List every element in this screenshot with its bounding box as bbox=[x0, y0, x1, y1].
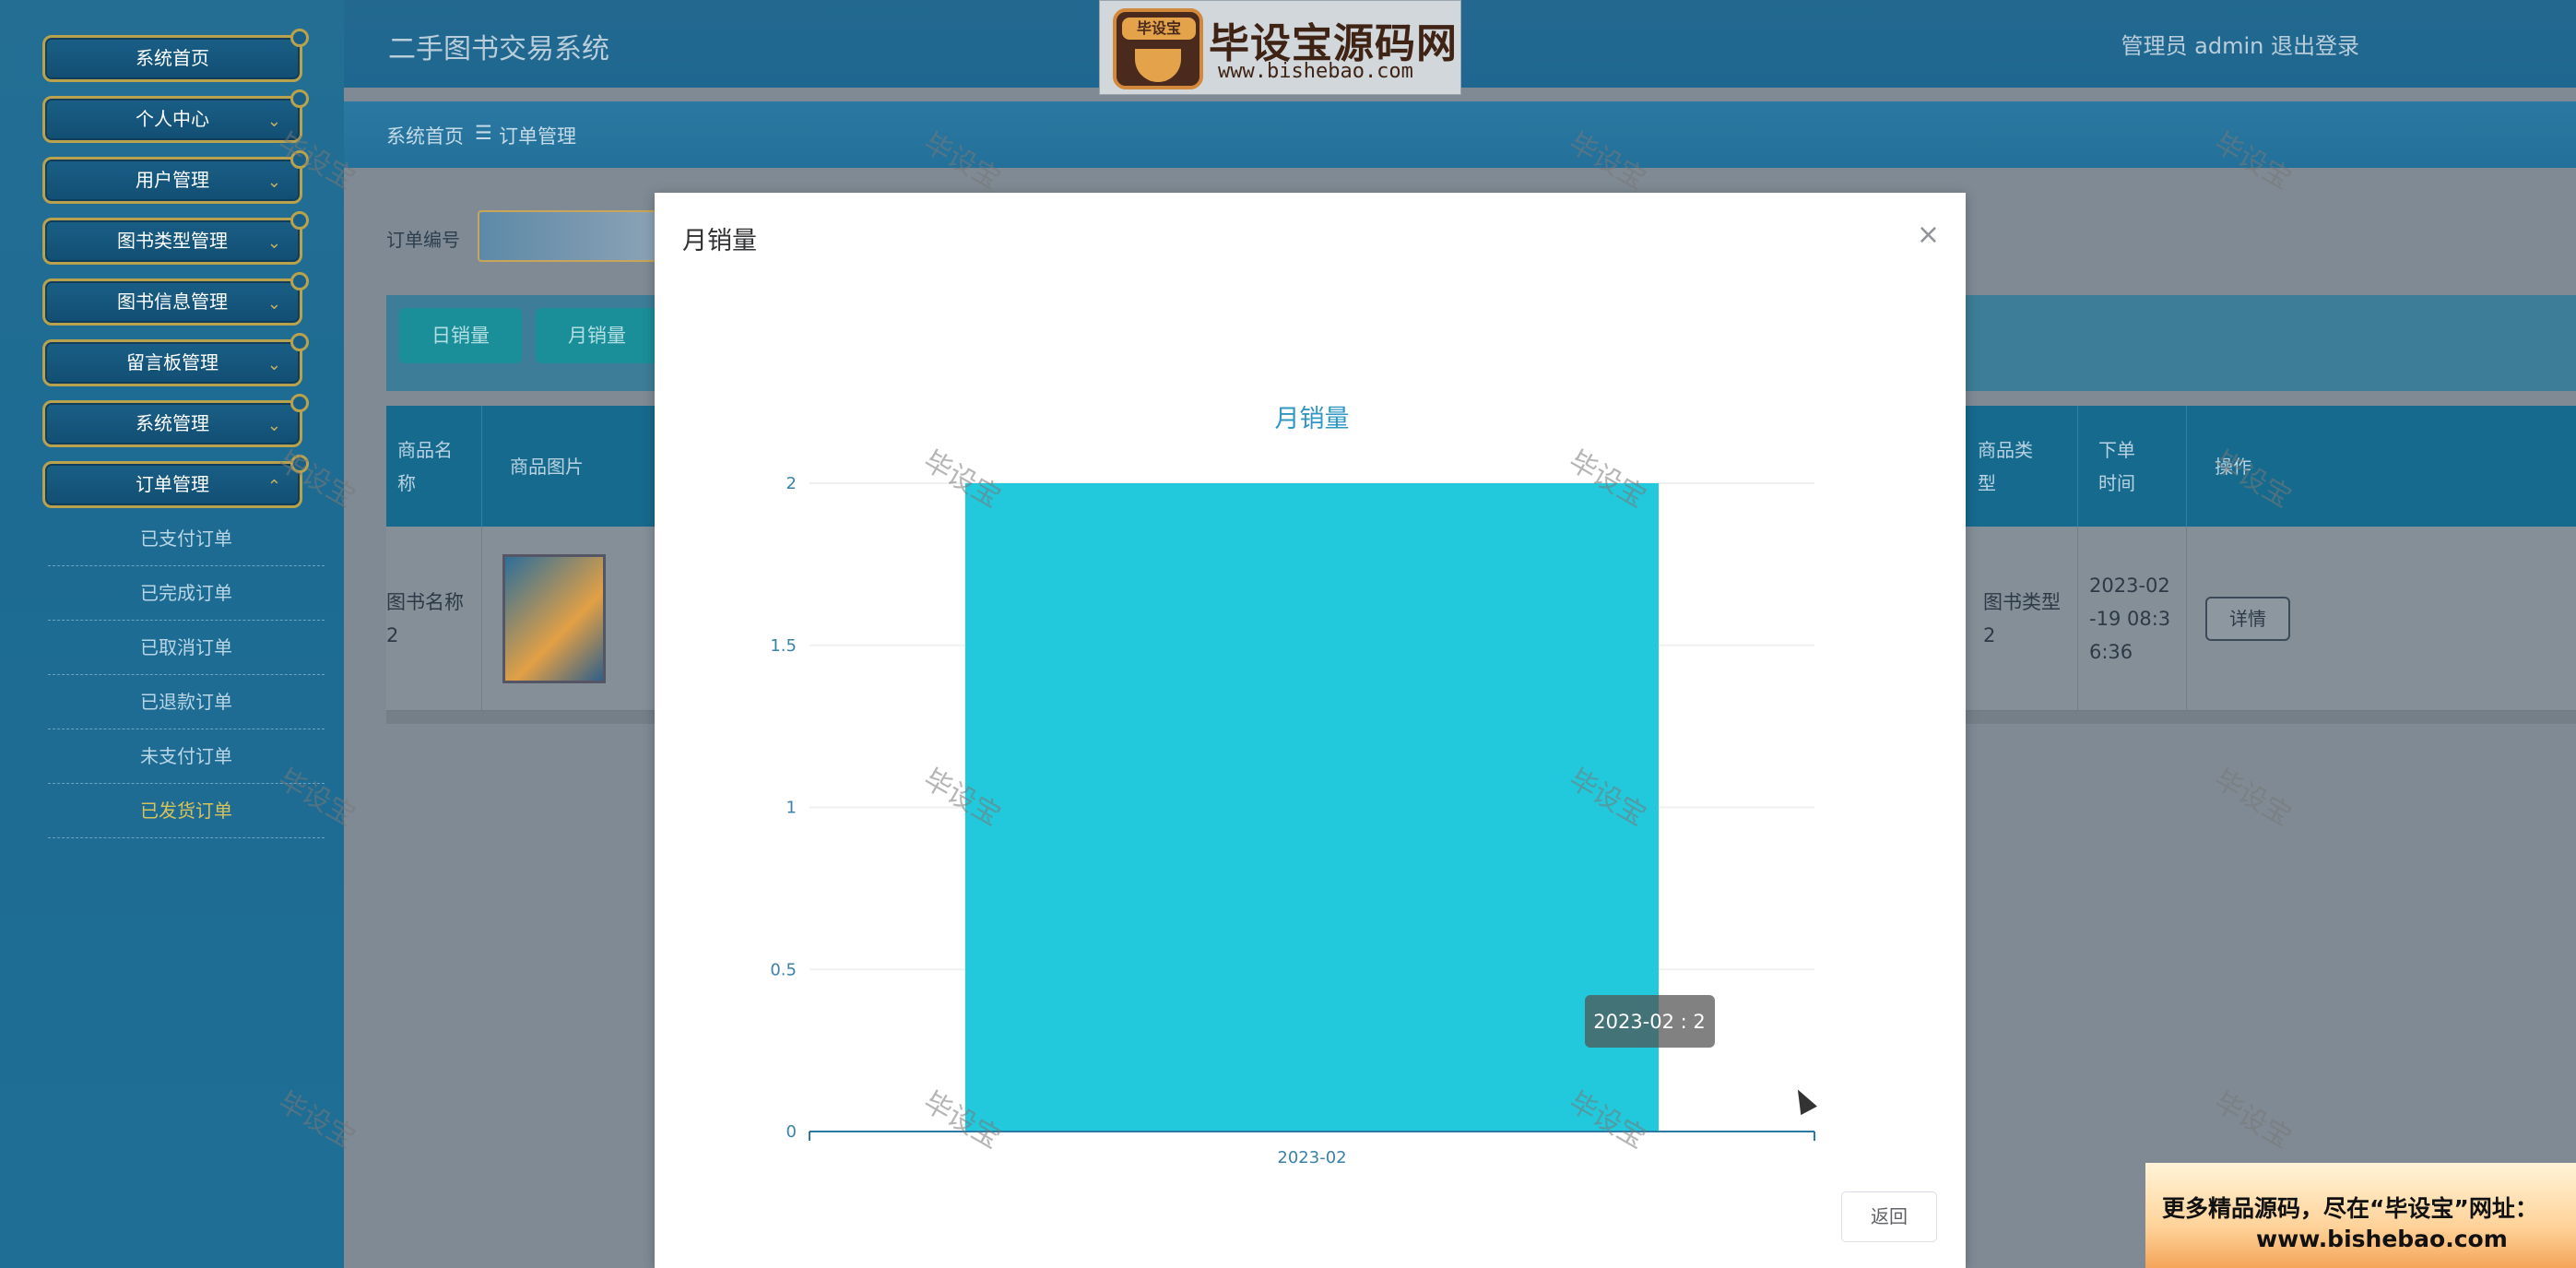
back-button[interactable]: 返回 bbox=[1841, 1191, 1937, 1242]
column-header-type: 商品类型 bbox=[1967, 406, 2078, 527]
sidebar-subitem-label: 已发货订单 bbox=[140, 800, 232, 822]
y-tick-label: 1.5 bbox=[770, 636, 797, 656]
chart-tooltip-text: 2023-02 : 2 bbox=[1593, 1011, 1706, 1033]
sidebar: 系统首页 个人中心 ⌄ 用户管理 ⌄ 图书类型管理 ⌄ 图书信息管理 ⌄ 留言板管理 ⌄ … bbox=[0, 0, 344, 1268]
column-header-action: 操作 bbox=[2215, 455, 2251, 478]
cell-type: 图书类型2 bbox=[1967, 527, 2078, 711]
column-header-image: 商品图片 bbox=[510, 455, 584, 478]
breadcrumb-current: 订单管理 bbox=[499, 125, 576, 148]
y-tick-label: 0.5 bbox=[770, 960, 797, 979]
sidebar-subitem-label: 已退款订单 bbox=[140, 691, 232, 713]
chart-title: 月销量 bbox=[1275, 405, 1350, 433]
ad-line-1: 更多精品源码，尽在“毕设宝”网址： bbox=[2162, 1195, 2538, 1222]
ornament-knob-icon bbox=[290, 333, 309, 351]
sidebar-subitem-refunded[interactable]: 已退款订单 bbox=[48, 675, 325, 729]
ornament-knob-icon bbox=[290, 272, 309, 290]
daily-sales-button[interactable]: 日销量 bbox=[399, 308, 522, 363]
sidebar-subitem-paid[interactable]: 已支付订单 bbox=[48, 512, 325, 566]
sidebar-item-users[interactable]: 用户管理 ⌄ bbox=[42, 150, 309, 204]
ornament-knob-icon bbox=[290, 89, 309, 108]
logo-url: www.bishebao.com bbox=[1218, 60, 1413, 83]
book-cover-image bbox=[502, 554, 606, 683]
user-logout[interactable]: 管理员 admin 退出登录 bbox=[2121, 28, 2359, 60]
sidebar-item-book-info[interactable]: 图书信息管理 ⌄ bbox=[42, 272, 309, 326]
ornament-knob-icon bbox=[290, 211, 309, 230]
sidebar-item-label: 用户管理 bbox=[136, 169, 209, 191]
sidebar-subitem-label: 未支付订单 bbox=[140, 745, 232, 767]
app-title: 二手图书交易系统 bbox=[388, 33, 609, 65]
monthly-sales-dialog: 月销量 × 月销量 0 0.5 1 1.5 2 2023-02 2023-02 : 2 返回 bbox=[655, 193, 1966, 1268]
dialog-title: 月销量 bbox=[682, 227, 757, 255]
sidebar-subitem-label: 已完成订单 bbox=[140, 582, 232, 604]
sidebar-item-label: 图书信息管理 bbox=[117, 290, 228, 313]
logo-badge-icon: 毕设宝 bbox=[1113, 8, 1203, 89]
chevron-down-icon: ⌄ bbox=[266, 294, 281, 314]
sidebar-subitem-label: 已取消订单 bbox=[140, 636, 232, 658]
sidebar-item-label: 订单管理 bbox=[136, 473, 209, 495]
monthly-sales-chart: 月销量 0 0.5 1 1.5 2 2023-02 2023-02 : 2 bbox=[770, 405, 1815, 1167]
sidebar-item-profile[interactable]: 个人中心 ⌄ bbox=[42, 89, 309, 143]
sidebar-subitem-shipped[interactable]: 已发货订单 bbox=[48, 784, 325, 838]
sidebar-subitem-label: 已支付订单 bbox=[140, 527, 232, 550]
chevron-down-icon: ⌄ bbox=[266, 355, 281, 374]
sidebar-item-label: 系统首页 bbox=[136, 47, 209, 69]
ornament-knob-icon bbox=[290, 394, 309, 412]
breadcrumb: 系统首页 ☰ 订单管理 bbox=[344, 101, 2576, 168]
ad-line-2: www.bishebao.com bbox=[2256, 1226, 2508, 1252]
sidebar-item-label: 个人中心 bbox=[136, 108, 209, 130]
y-tick-label: 0 bbox=[786, 1122, 797, 1142]
chevron-down-icon: ⌄ bbox=[266, 172, 281, 192]
sidebar-item-label: 图书类型管理 bbox=[117, 230, 228, 252]
breadcrumb-separator-icon: ☰ bbox=[475, 122, 492, 144]
bar bbox=[964, 483, 1660, 1132]
x-tick-label: 2023-02 bbox=[1277, 1148, 1346, 1167]
chevron-down-icon: ⌄ bbox=[266, 112, 281, 131]
sidebar-subitem-unpaid[interactable]: 未支付订单 bbox=[48, 729, 325, 784]
sidebar-subitem-cancelled[interactable]: 已取消订单 bbox=[48, 621, 325, 675]
ad-banner[interactable]: 更多精品源码，尽在“毕设宝”网址： www.bishebao.com bbox=[2145, 1163, 2576, 1268]
monthly-sales-button[interactable]: 月销量 bbox=[536, 308, 658, 363]
sidebar-subitem-completed[interactable]: 已完成订单 bbox=[48, 566, 325, 621]
site-logo: 毕设宝 毕设宝源码网 www.bishebao.com bbox=[1099, 0, 1461, 95]
close-icon[interactable]: × bbox=[1917, 219, 1940, 251]
ornament-knob-icon bbox=[290, 150, 309, 169]
order-number-input[interactable] bbox=[478, 210, 662, 262]
sidebar-item-message-board[interactable]: 留言板管理 ⌄ bbox=[42, 333, 309, 386]
chevron-down-icon: ⌄ bbox=[266, 233, 281, 253]
y-tick-label: 1 bbox=[786, 799, 797, 818]
chevron-up-icon: ⌃ bbox=[266, 477, 281, 496]
sidebar-item-label: 系统管理 bbox=[136, 412, 209, 434]
ornament-knob-icon bbox=[290, 455, 309, 473]
sidebar-item-home[interactable]: 系统首页 bbox=[42, 29, 309, 82]
y-tick-label: 2 bbox=[786, 474, 797, 493]
detail-button[interactable]: 详情 bbox=[2205, 597, 2290, 641]
cell-time: 2023-02-19 08:36:36 bbox=[2078, 527, 2187, 711]
sidebar-item-orders[interactable]: 订单管理 ⌃ bbox=[42, 455, 309, 508]
column-header-name: 商品名称 bbox=[386, 406, 482, 527]
search-label: 订单编号 bbox=[386, 229, 460, 251]
cell-name: 图书名称2 bbox=[386, 527, 482, 711]
sidebar-item-book-types[interactable]: 图书类型管理 ⌄ bbox=[42, 211, 309, 265]
logo-badge-text: 毕设宝 bbox=[1122, 18, 1196, 40]
breadcrumb-home[interactable]: 系统首页 bbox=[386, 122, 464, 149]
sidebar-item-system[interactable]: 系统管理 ⌄ bbox=[42, 394, 309, 447]
column-header-time: 下单时间 bbox=[2078, 406, 2187, 527]
sidebar-item-label: 留言板管理 bbox=[126, 351, 219, 373]
ornament-knob-icon bbox=[290, 29, 309, 47]
chevron-down-icon: ⌄ bbox=[266, 416, 281, 435]
